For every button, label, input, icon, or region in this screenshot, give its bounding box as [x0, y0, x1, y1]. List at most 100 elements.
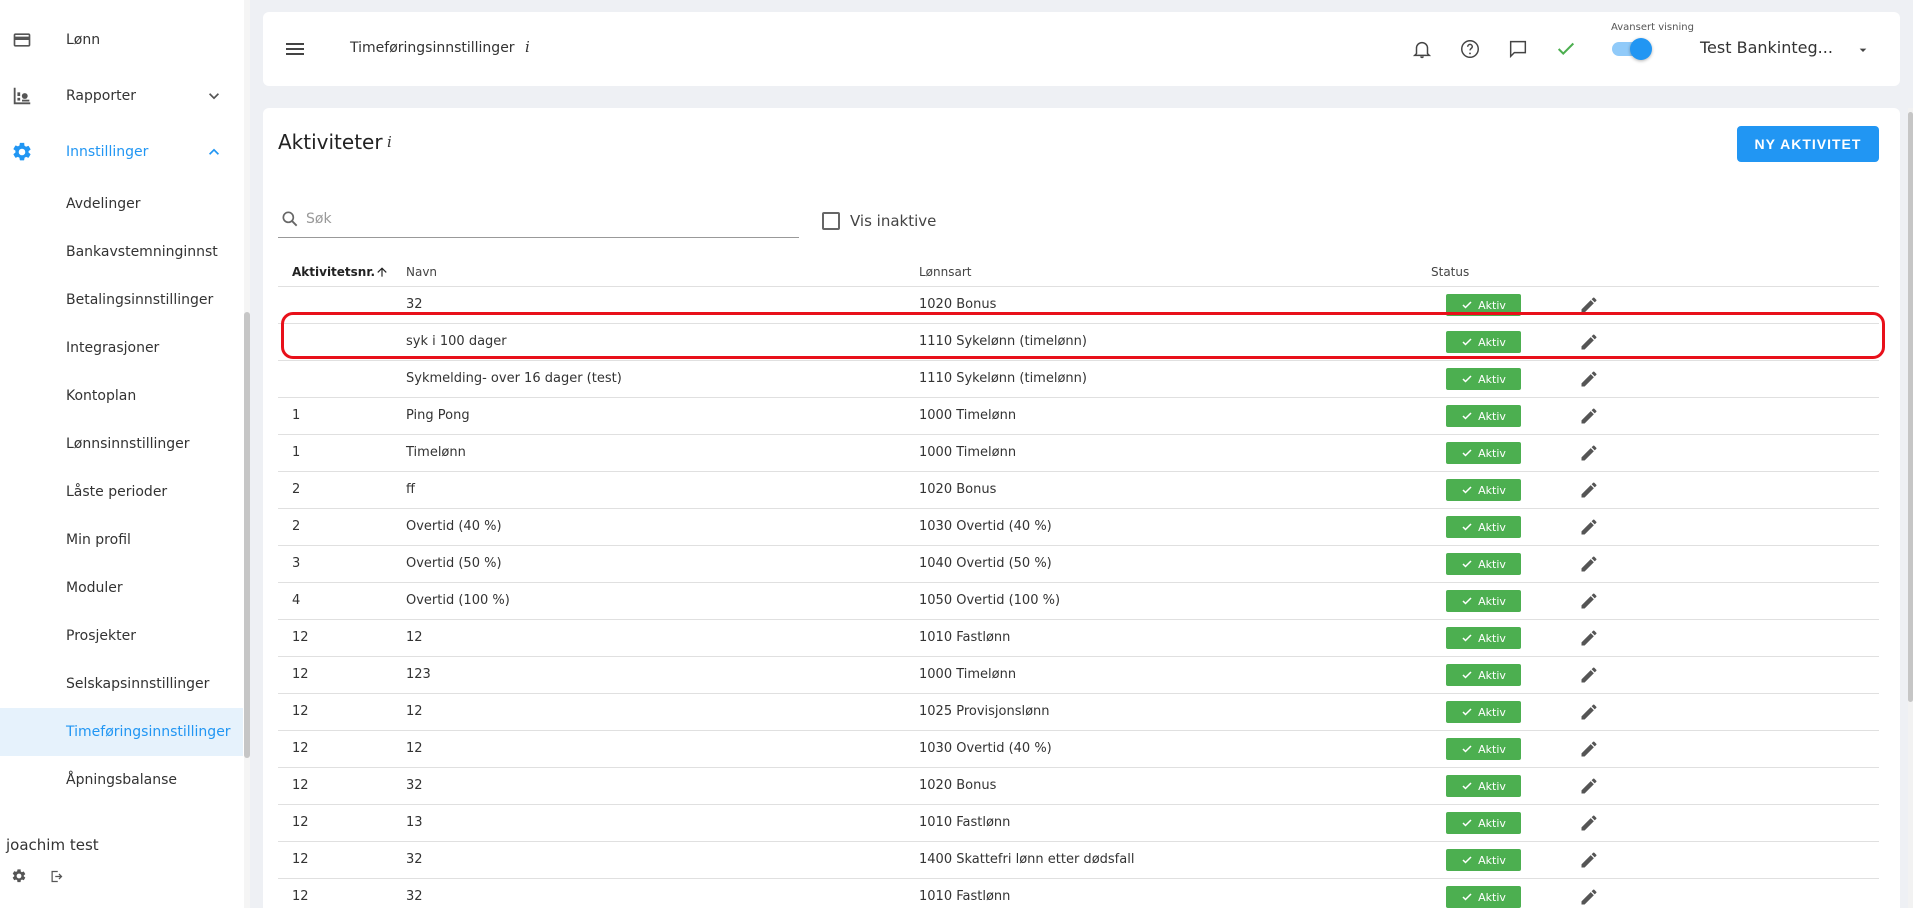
status-badge[interactable]: Aktiv: [1446, 294, 1521, 316]
edit-pencil-icon[interactable]: [1578, 479, 1600, 501]
status-badge[interactable]: Aktiv: [1446, 738, 1521, 760]
edit-pencil-icon[interactable]: [1578, 886, 1600, 908]
table-row[interactable]: 2 Overtid (40 %) 1030 Overtid (40 %) Aktiv: [278, 509, 1879, 546]
edit-pencil-icon[interactable]: [1578, 442, 1600, 464]
column-header-number[interactable]: Aktivitetsnr.: [292, 265, 389, 279]
edit-pencil-icon[interactable]: [1578, 738, 1600, 760]
company-selector[interactable]: Test Bankinteg...: [1700, 38, 1833, 57]
status-badge[interactable]: Aktiv: [1446, 886, 1521, 908]
sidebar-item-kontoplan[interactable]: Kontoplan: [0, 372, 243, 420]
table-row[interactable]: 32 1020 Bonus Aktiv: [278, 287, 1879, 324]
column-header-name[interactable]: Navn: [406, 265, 437, 279]
status-badge[interactable]: Aktiv: [1446, 553, 1521, 575]
check-icon: [1462, 893, 1472, 901]
show-inactive-checkbox[interactable]: [822, 212, 840, 230]
edit-pencil-icon[interactable]: [1578, 590, 1600, 612]
table-row[interactable]: 1 Timelønn 1000 Timelønn Aktiv: [278, 435, 1879, 472]
sidebar-item-laste-perioder[interactable]: Låste perioder: [0, 468, 243, 516]
sidebar-scrollbar-thumb[interactable]: [244, 312, 250, 758]
sidebar-item-min-profil[interactable]: Min profil: [0, 516, 243, 564]
advanced-view-toggle[interactable]: [1610, 38, 1652, 60]
status-label: Aktiv: [1478, 483, 1506, 497]
status-badge[interactable]: Aktiv: [1446, 849, 1521, 871]
table-row[interactable]: 2 ff 1020 Bonus Aktiv: [278, 472, 1879, 509]
sidebar-item-betalingsinnstillinger[interactable]: Betalingsinnstillinger: [0, 276, 243, 324]
column-header-wage-type[interactable]: Lønnsart: [919, 265, 971, 279]
sidebar-item-moduler[interactable]: Moduler: [0, 564, 243, 612]
edit-pencil-icon[interactable]: [1578, 627, 1600, 649]
status-badge[interactable]: Aktiv: [1446, 590, 1521, 612]
check-icon: [1462, 745, 1472, 753]
search-input[interactable]: [306, 207, 786, 231]
edit-pencil-icon[interactable]: [1578, 775, 1600, 797]
table-row[interactable]: 1 Ping Pong 1000 Timelønn Aktiv: [278, 398, 1879, 435]
sidebar-item-prosjekter[interactable]: Prosjekter: [0, 612, 243, 660]
table-body: 32 1020 Bonus Aktiv syk i 100 dager 1110 Syk…: [278, 287, 1879, 908]
edit-pencil-icon[interactable]: [1578, 405, 1600, 427]
hamburger-menu-icon[interactable]: [283, 37, 307, 61]
sidebar-item-timeforingsinnstillinger[interactable]: Timeføringsinnstillinger: [0, 708, 243, 756]
edit-pencil-icon[interactable]: [1578, 664, 1600, 686]
new-activity-button[interactable]: NY AKTIVITET: [1737, 126, 1879, 162]
sidebar-item-lonn[interactable]: Lønn: [0, 18, 243, 62]
sidebar-item-avdelinger[interactable]: Avdelinger: [0, 180, 243, 228]
column-header-status[interactable]: Status: [1431, 265, 1469, 279]
status-badge[interactable]: Aktiv: [1446, 479, 1521, 501]
edit-pencil-icon[interactable]: [1578, 294, 1600, 316]
help-icon[interactable]: [1458, 37, 1482, 61]
cell-number: 12: [292, 815, 309, 830]
status-label: Aktiv: [1478, 816, 1506, 830]
status-badge[interactable]: Aktiv: [1446, 516, 1521, 538]
table-row[interactable]: 12 123 1000 Timelønn Aktiv: [278, 657, 1879, 694]
sidebar-item-integrasjoner[interactable]: Integrasjoner: [0, 324, 243, 372]
edit-pencil-icon[interactable]: [1578, 812, 1600, 834]
sidebar-item-innstillinger[interactable]: Innstillinger: [0, 130, 243, 174]
edit-pencil-icon[interactable]: [1578, 701, 1600, 723]
table-row[interactable]: 12 12 1010 Fastlønn Aktiv: [278, 620, 1879, 657]
caret-down-icon[interactable]: [1855, 42, 1871, 58]
cell-name: Ping Pong: [406, 408, 470, 423]
status-badge[interactable]: Aktiv: [1446, 627, 1521, 649]
status-badge[interactable]: Aktiv: [1446, 664, 1521, 686]
table-row[interactable]: 12 32 1010 Fastlønn Aktiv: [278, 879, 1879, 908]
edit-pencil-icon[interactable]: [1578, 331, 1600, 353]
table-row[interactable]: 12 13 1010 Fastlønn Aktiv: [278, 805, 1879, 842]
sidebar-item-rapporter[interactable]: Rapporter: [0, 74, 243, 118]
table-row[interactable]: 12 12 1025 Provisjonslønn Aktiv: [278, 694, 1879, 731]
edit-pencil-icon[interactable]: [1578, 849, 1600, 871]
cell-wage-type: 1000 Timelønn: [919, 667, 1017, 682]
table-row[interactable]: Sykmelding- over 16 dager (test) 1110 Syk…: [278, 361, 1879, 398]
table-row[interactable]: 12 32 1020 Bonus Aktiv: [278, 768, 1879, 805]
sidebar-item-bankavstemninginnst[interactable]: Bankavstemninginnst: [0, 228, 243, 276]
edit-pencil-icon[interactable]: [1578, 368, 1600, 390]
status-badge[interactable]: Aktiv: [1446, 405, 1521, 427]
status-badge[interactable]: Aktiv: [1446, 331, 1521, 353]
edit-pencil-icon[interactable]: [1578, 553, 1600, 575]
edit-pencil-icon[interactable]: [1578, 516, 1600, 538]
sidebar-item-lonnsinnstillinger[interactable]: Lønnsinnstillinger: [0, 420, 243, 468]
check-icon[interactable]: [1554, 37, 1578, 61]
status-badge[interactable]: Aktiv: [1446, 812, 1521, 834]
info-icon[interactable]: i: [525, 38, 530, 56]
status-badge[interactable]: Aktiv: [1446, 775, 1521, 797]
table-row[interactable]: 12 12 1030 Overtid (40 %) Aktiv: [278, 731, 1879, 768]
bell-icon[interactable]: [1410, 37, 1434, 61]
table-row[interactable]: syk i 100 dager 1110 Sykelønn (timelønn) A…: [278, 324, 1879, 361]
cell-wage-type: 1020 Bonus: [919, 297, 997, 312]
sidebar-item-apningsbalanse[interactable]: Åpningsbalanse: [0, 756, 243, 804]
logout-icon[interactable]: [46, 866, 66, 886]
sidebar-item-label: Prosjekter: [66, 628, 136, 644]
chat-icon[interactable]: [1506, 37, 1530, 61]
table-row[interactable]: 4 Overtid (100 %) 1050 Overtid (100 %) Akti…: [278, 583, 1879, 620]
settings-gear-icon[interactable]: [9, 866, 29, 886]
cell-wage-type: 1000 Timelønn: [919, 445, 1017, 460]
status-badge[interactable]: Aktiv: [1446, 368, 1521, 390]
table-row[interactable]: 12 32 1400 Skattefri lønn etter dødsfall Ak…: [278, 842, 1879, 879]
info-icon[interactable]: i: [387, 133, 392, 151]
main-scrollbar-thumb[interactable]: [1908, 112, 1913, 702]
sidebar-item-selskapsinnstillinger[interactable]: Selskapsinnstillinger: [0, 660, 243, 708]
status-badge[interactable]: Aktiv: [1446, 701, 1521, 723]
status-badge[interactable]: Aktiv: [1446, 442, 1521, 464]
table-row[interactable]: 3 Overtid (50 %) 1040 Overtid (50 %) Aktiv: [278, 546, 1879, 583]
section-title: Aktiviteter: [278, 130, 383, 154]
